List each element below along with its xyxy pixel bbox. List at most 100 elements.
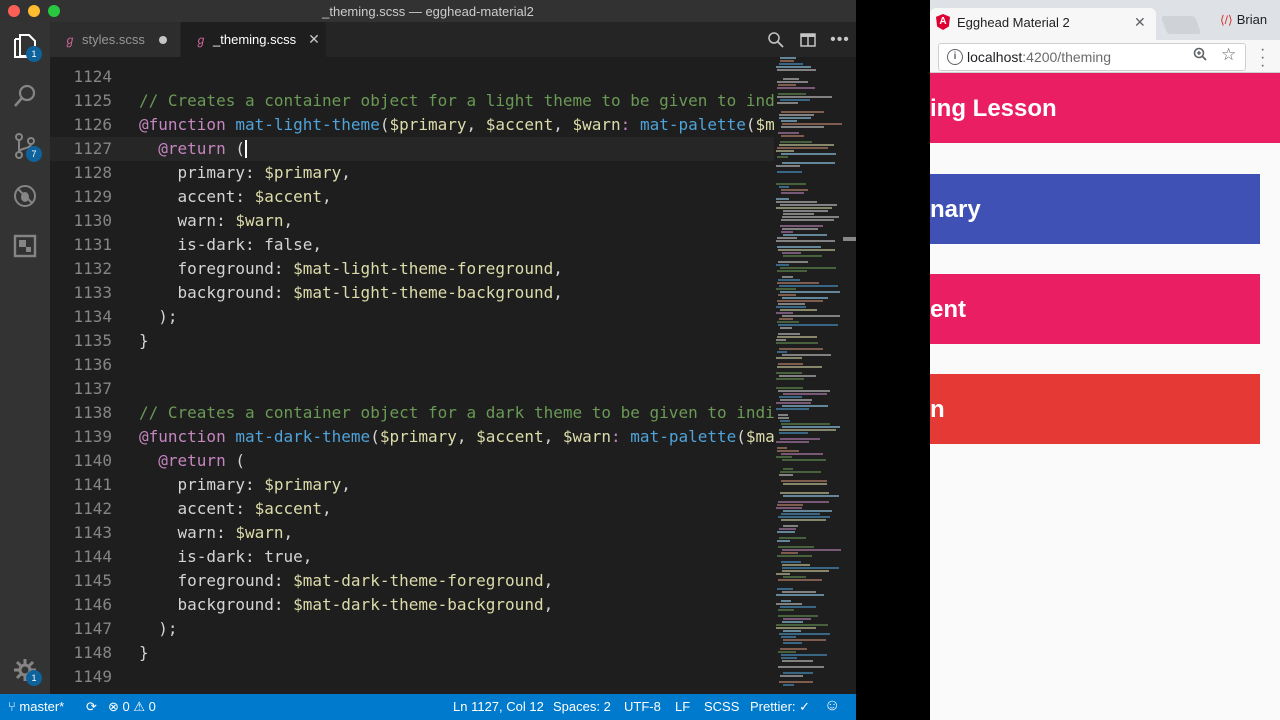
site-info-icon[interactable]: i (947, 49, 963, 65)
code-text: accent: $accent, (139, 497, 332, 521)
prettier-status[interactable]: Prettier: ✓ (750, 699, 810, 715)
minimap-line (783, 255, 822, 257)
code-token: $mat-dark-theme-background (293, 595, 544, 614)
encoding[interactable]: UTF-8 (624, 699, 661, 714)
accent-button[interactable]: ent (930, 274, 1260, 344)
code-line[interactable]: 1129 accent: $accent, (50, 185, 774, 209)
code-line[interactable]: 1134 ); (50, 305, 774, 329)
settings-button[interactable]: 1 (0, 646, 50, 694)
code-line[interactable]: 1132 foreground: $mat-light-theme-foregr… (50, 257, 774, 281)
sass-file-icon: ℊ (195, 33, 208, 47)
debug-button[interactable] (0, 172, 50, 220)
minimap-line (776, 183, 806, 185)
search-button[interactable] (0, 72, 50, 120)
warn-button-label: n (930, 396, 945, 423)
git-branch[interactable]: ⑂ master* (8, 699, 64, 714)
code-text: is-dark: true, (139, 545, 313, 569)
code-text: ); (139, 617, 177, 641)
code-line[interactable]: 1141 primary: $primary, (50, 473, 774, 497)
indentation[interactable]: Spaces: 2 (553, 699, 611, 714)
code-line[interactable]: 1137 (50, 377, 774, 401)
close-tab-icon[interactable]: ✕ (308, 31, 320, 48)
explorer-button[interactable]: 1 (0, 22, 50, 70)
source-control-button[interactable]: 7 (0, 122, 50, 170)
browser-menu-icon[interactable]: · · · (1260, 42, 1265, 74)
code-line[interactable]: 1146 background: $mat-dark-theme-backgro… (50, 593, 774, 617)
minimap-line (782, 549, 841, 551)
code-line[interactable]: 1149 (50, 665, 774, 689)
minimap-line (783, 468, 793, 470)
search-icon (14, 84, 36, 107)
minimap-line (781, 654, 827, 656)
minimap-line (783, 393, 827, 395)
extensions-button[interactable] (0, 222, 50, 270)
code-line[interactable]: 1148} (50, 641, 774, 665)
primary-button[interactable]: nary (930, 174, 1260, 244)
code-line[interactable]: 1139 @function mat-dark-theme($primary, $… (50, 425, 774, 449)
profile-button[interactable]: ⟨/⟩ Brian (1220, 12, 1267, 27)
code-line[interactable]: 1135} (50, 329, 774, 353)
code-line[interactable]: 1131 is-dark: false, (50, 233, 774, 257)
minimap-line (782, 252, 801, 254)
feedback-smiley-icon[interactable]: ☺ (824, 697, 840, 715)
code-line[interactable]: 1136 (50, 353, 774, 377)
sync-icon[interactable]: ⟳ (86, 699, 97, 715)
zoom-icon[interactable] (1193, 47, 1207, 64)
minimap-line (778, 615, 818, 617)
code-token: , (341, 475, 351, 494)
code-line[interactable]: 1144 is-dark: true, (50, 545, 774, 569)
line-number: 1140 (73, 451, 112, 470)
language-mode[interactable]: SCSS (704, 699, 739, 714)
new-tab-button[interactable] (1160, 16, 1202, 34)
problems-indicator[interactable]: ⊗ 0 ⚠ 0 (108, 699, 156, 715)
code-token: primary: (139, 475, 265, 494)
tab-styles-scss[interactable]: ℊ styles.scss (50, 22, 180, 57)
minimap-line (777, 351, 787, 353)
split-editor-button[interactable] (792, 32, 824, 47)
page-toolbar: ing Lesson (930, 73, 1280, 143)
browser-tab[interactable]: A Egghead Material 2 ✕ (930, 8, 1156, 40)
code-text: primary: $primary, (139, 473, 351, 497)
code-line[interactable]: 1124 (50, 65, 774, 89)
minimap-line (782, 621, 803, 623)
code-token: accent: (139, 187, 255, 206)
code-line[interactable]: 1145 foreground: $mat-dark-theme-foregro… (50, 569, 774, 593)
sass-file-icon: ℊ (64, 33, 77, 47)
code-line[interactable]: 1128 primary: $primary, (50, 161, 774, 185)
address-bar[interactable]: i localhost:4200/theming ☆ (938, 43, 1246, 71)
code-line[interactable]: 1143 warn: $warn, (50, 521, 774, 545)
code-token: $warn (235, 523, 284, 542)
code-token: @function (139, 115, 236, 134)
minimap-line (776, 165, 800, 167)
minimap[interactable] (774, 57, 844, 694)
tab-theming-scss[interactable]: ℊ _theming.scss ✕ (181, 22, 326, 57)
code-line[interactable]: 1130 warn: $warn, (50, 209, 774, 233)
end-of-line[interactable]: LF (675, 699, 690, 714)
code-editor[interactable]: 1124 1125 // Creates a container object fo… (50, 57, 856, 694)
code-line[interactable]: 1142 accent: $accent, (50, 497, 774, 521)
close-browser-tab-icon[interactable]: ✕ (1134, 14, 1146, 31)
code-line[interactable]: 1140 @return ( (50, 449, 774, 473)
code-token: is-dark: true, (139, 547, 313, 566)
minimap-line (781, 600, 791, 602)
error-icon: ⊗ (108, 699, 123, 714)
bookmark-star-icon[interactable]: ☆ (1221, 45, 1236, 65)
code-line[interactable]: 1125 // Creates a container object for a … (50, 89, 774, 113)
minimap-line (781, 552, 798, 554)
code-token: : (620, 115, 640, 134)
code-line[interactable]: 1133 background: $mat-light-theme-backgr… (50, 281, 774, 305)
code-line[interactable]: 1147 ); (50, 617, 774, 641)
cursor-position[interactable]: Ln 1127, Col 12 (453, 699, 544, 714)
minimap-line (777, 450, 799, 452)
more-actions-button[interactable]: ••• (824, 31, 856, 49)
minimap-line (776, 198, 789, 200)
code-line[interactable]: 1127 @return ( (50, 137, 774, 161)
code-line[interactable]: 1138 // Creates a container object for a … (50, 401, 774, 425)
open-changes-button[interactable] (760, 31, 792, 49)
minimap-line (778, 414, 788, 416)
minimap-line (781, 636, 796, 638)
code-line[interactable]: 1126 @function mat-light-theme ($primary, … (50, 113, 774, 137)
unsaved-dot-icon[interactable] (158, 35, 167, 44)
warn-button[interactable]: n (930, 374, 1260, 444)
